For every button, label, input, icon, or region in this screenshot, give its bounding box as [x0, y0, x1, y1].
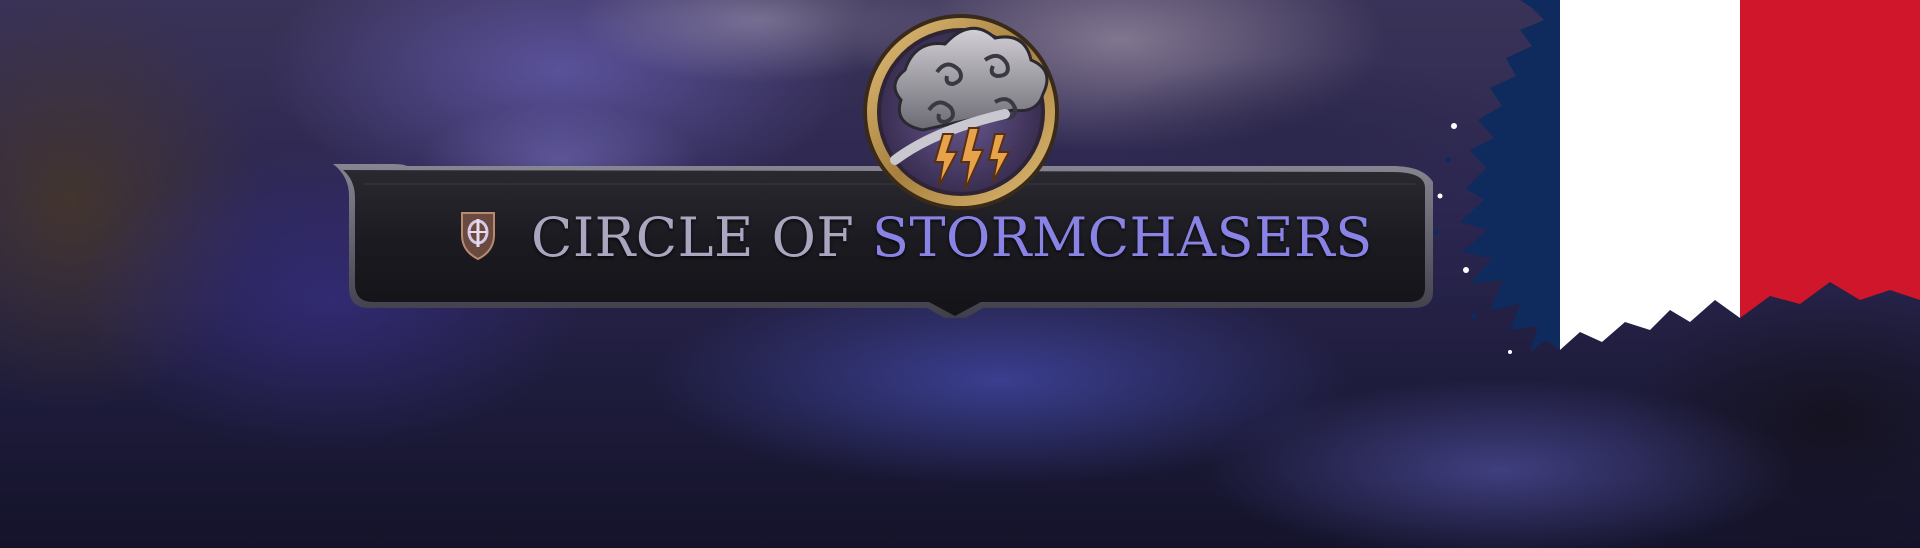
title-prefix: CIRCLE OF — [531, 206, 872, 269]
game-scene: CIRCLE OF STORMCHASERS — [0, 0, 1920, 548]
french-flag-icon — [1370, 0, 1920, 370]
storm-cloud-lightning-icon — [845, 10, 1075, 220]
shield-emblem-icon — [458, 209, 498, 261]
